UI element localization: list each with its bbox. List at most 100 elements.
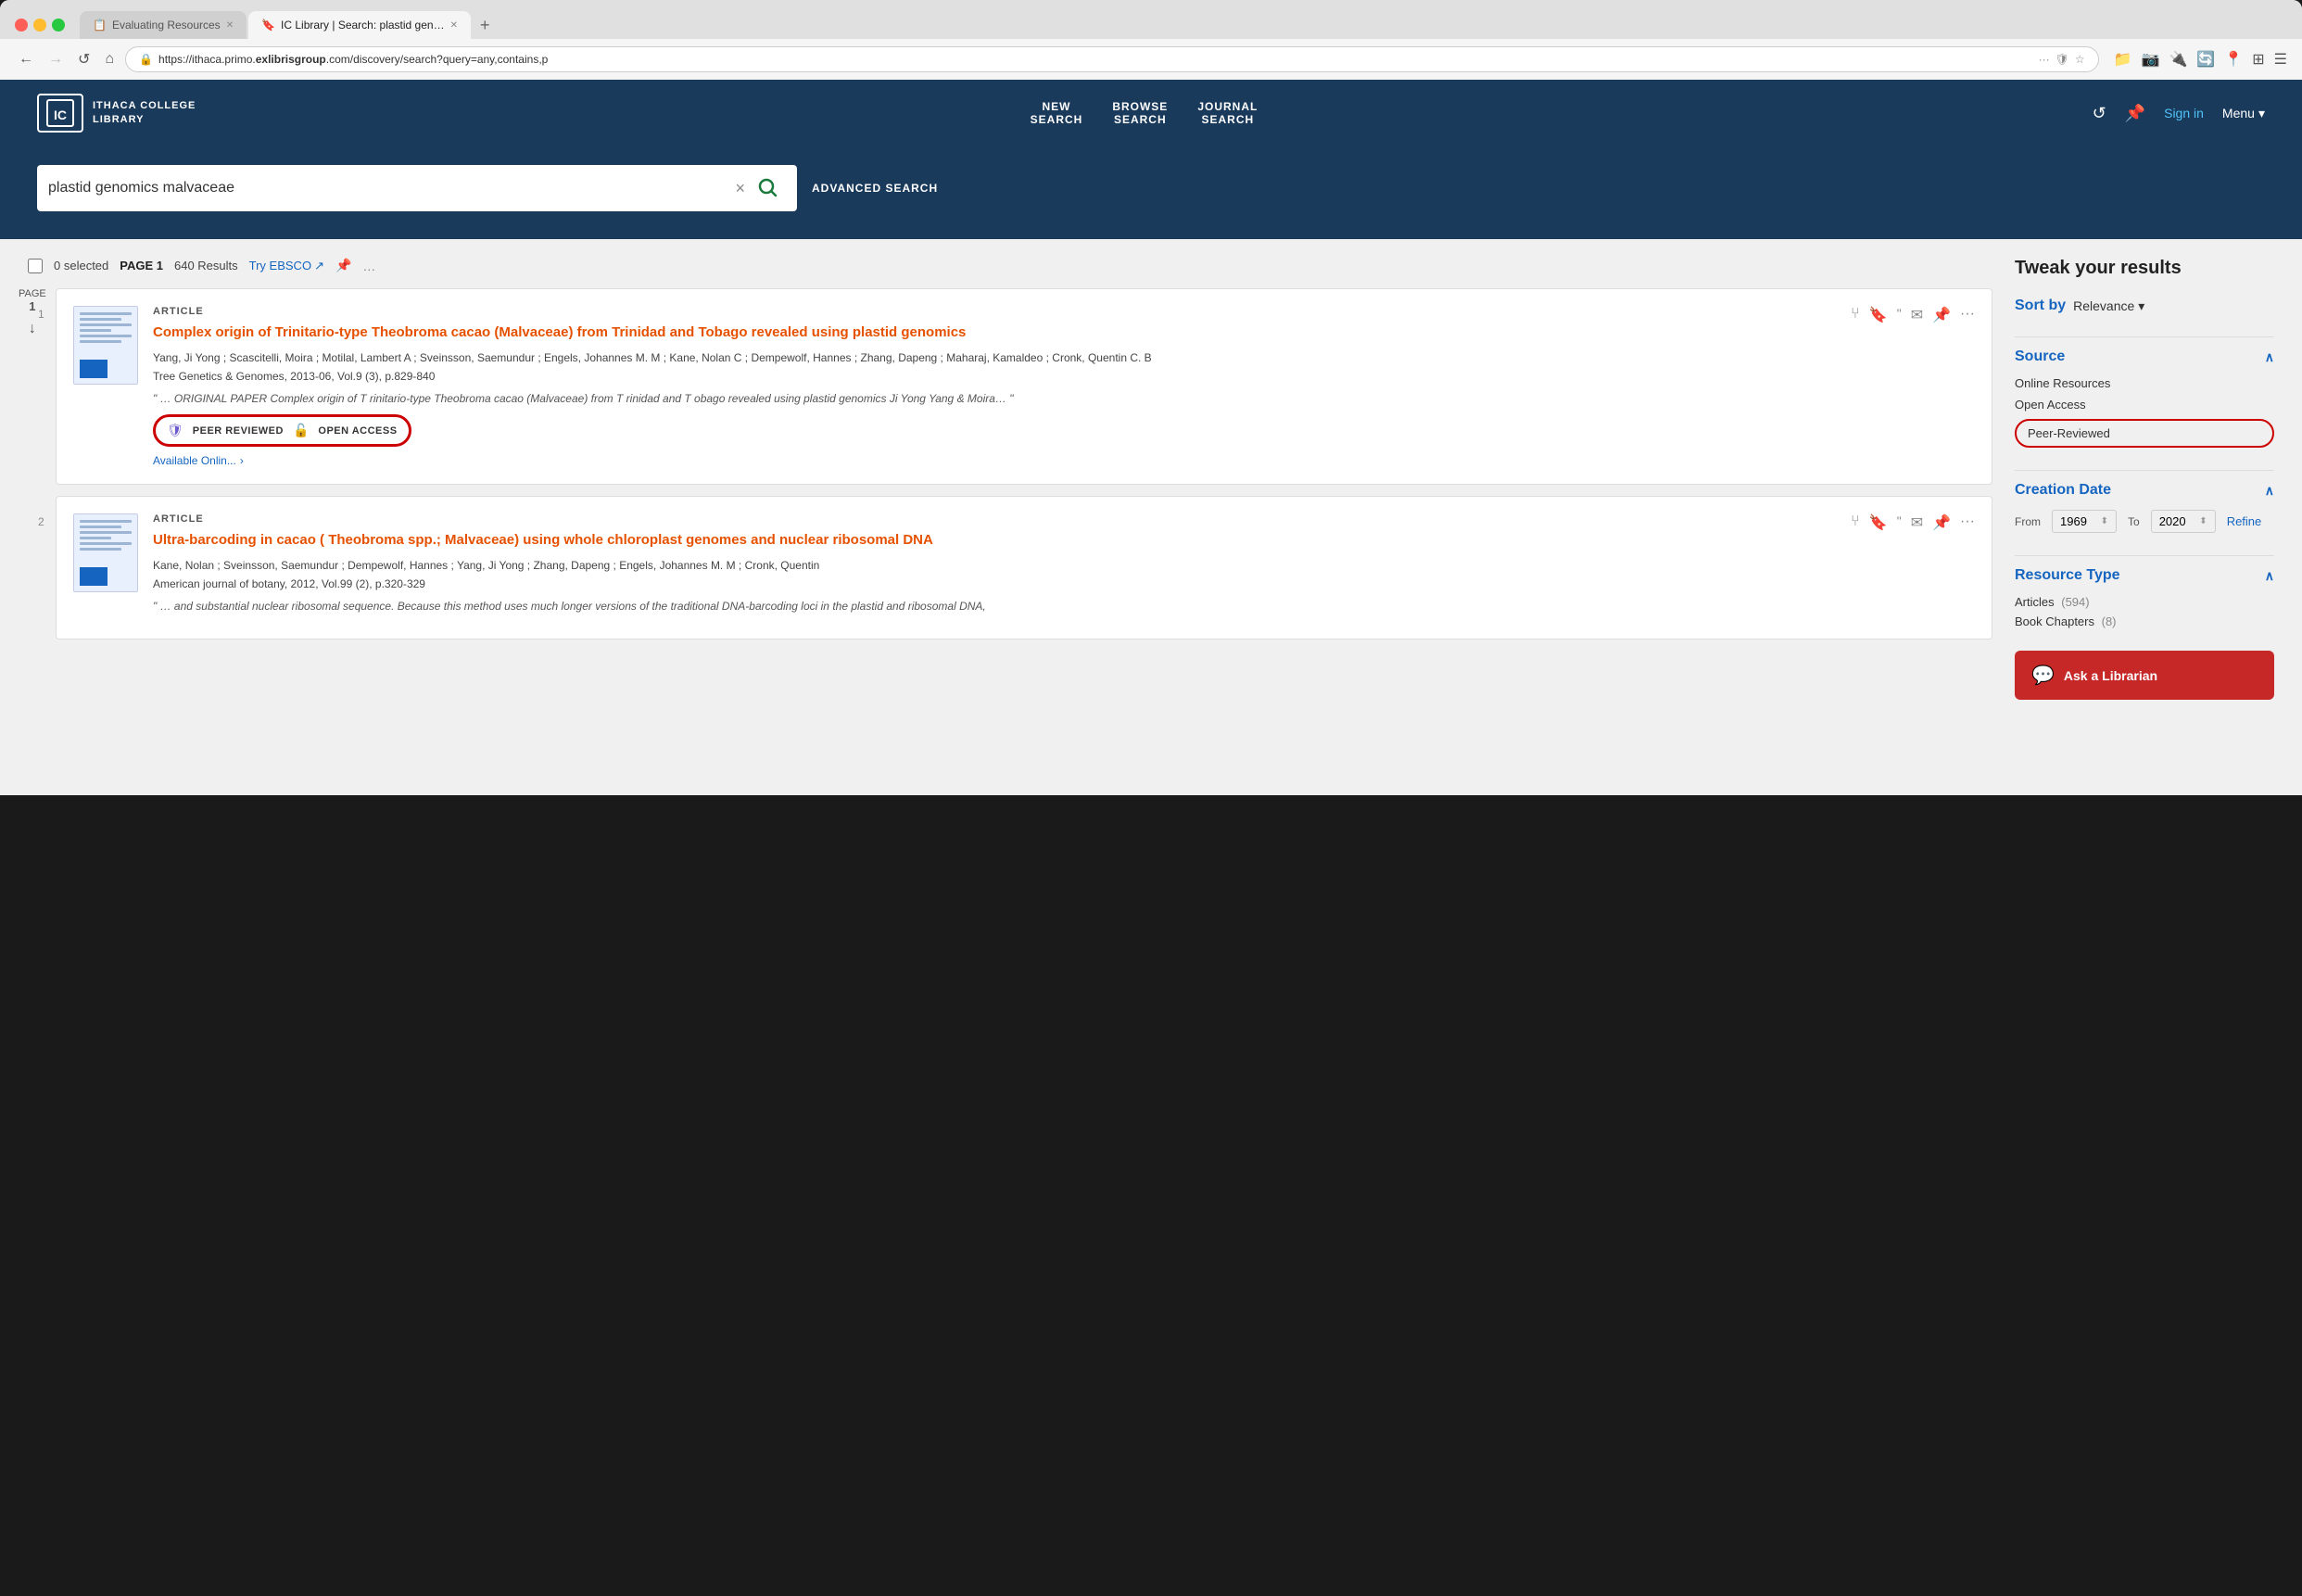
- date-to-label: To: [2128, 515, 2140, 528]
- fork-icon-1[interactable]: ⑂: [1851, 306, 1860, 323]
- source-section: Source ∧ Online Resources Open Access Pe…: [2015, 348, 2274, 448]
- source-peer-reviewed[interactable]: Peer-Reviewed: [2015, 419, 2274, 448]
- quote-icon-2[interactable]: ": [1897, 513, 1902, 528]
- try-ebsco-link[interactable]: Try EBSCO ↗: [249, 259, 324, 273]
- email-icon-2[interactable]: ✉: [1911, 513, 1923, 532]
- page-nav-down-arrow[interactable]: ↓: [29, 321, 36, 337]
- date-from-input[interactable]: 1969 ⬍: [2052, 510, 2117, 533]
- more-icon-1[interactable]: ···: [1960, 306, 1975, 323]
- peer-reviewed-label-1: PEER REVIEWED: [193, 425, 284, 437]
- tab-close-icon[interactable]: ✕: [226, 20, 234, 31]
- forward-button[interactable]: →: [44, 47, 67, 71]
- logo-icon: IC: [37, 94, 83, 133]
- tab-label: Evaluating Resources: [112, 19, 221, 32]
- result-actions-2: ⑂ 🔖 " ✉ 📌 ···: [1851, 513, 1975, 622]
- result-actions-1: ⑂ 🔖 " ✉ 📌 ···: [1851, 306, 1975, 467]
- sort-by-label: Sort by: [2015, 298, 2066, 314]
- source-open-access[interactable]: Open Access: [2015, 398, 2274, 412]
- page-label: PAGE 1: [120, 259, 163, 272]
- toolbar-more-icon[interactable]: …: [362, 259, 375, 273]
- search-input[interactable]: plastid genomics malvaceae: [48, 180, 731, 196]
- screenshot-icon[interactable]: 📷: [2142, 50, 2160, 69]
- journal-search-link[interactable]: JOURNAL SEARCH: [1197, 100, 1258, 126]
- result-title-1[interactable]: Complex origin of Trinitario-type Theobr…: [153, 323, 1836, 342]
- tab-evaluating-resources[interactable]: 📋 Evaluating Resources ✕: [80, 11, 247, 39]
- clear-search-button[interactable]: ×: [731, 175, 749, 202]
- source-chevron-icon: ∧: [2265, 349, 2274, 365]
- fork-icon-2[interactable]: ⑂: [1851, 513, 1860, 530]
- resource-book-chapters[interactable]: Book Chapters (8): [2015, 614, 2274, 628]
- result-title-2[interactable]: Ultra-barcoding in cacao ( Theobroma spp…: [153, 530, 1836, 550]
- pin-icon-2[interactable]: 📌: [1932, 513, 1951, 532]
- minimize-button[interactable]: [33, 19, 46, 32]
- creation-date-title[interactable]: Creation Date ∧: [2015, 482, 2274, 499]
- result-thumbnail-2: [73, 513, 138, 592]
- history-icon[interactable]: ↺: [2093, 104, 2106, 123]
- sidebar: Tweak your results Sort by Relevance ▾: [2015, 258, 2274, 777]
- search-submit-button[interactable]: [749, 172, 786, 205]
- tab-close-icon[interactable]: ✕: [450, 20, 458, 31]
- ask-librarian-button[interactable]: 💬 Ask a Librarian: [2015, 651, 2274, 700]
- tag-icon-2[interactable]: 🔖: [1869, 513, 1888, 532]
- extension-icon[interactable]: 🔌: [2169, 50, 2187, 69]
- result-type-2: ARTICLE: [153, 513, 1836, 525]
- home-button[interactable]: ⌂: [101, 47, 118, 71]
- resource-type-title[interactable]: Resource Type ∧: [2015, 567, 2274, 584]
- menu-icon[interactable]: ☰: [2274, 50, 2287, 69]
- search-icon: [756, 176, 778, 198]
- sign-in-link[interactable]: Sign in: [2164, 106, 2204, 120]
- result-number-2: 2: [38, 515, 44, 528]
- quote-icon-1[interactable]: ": [1897, 306, 1902, 321]
- resource-type-section: Resource Type ∧ Articles (594) Book Chap…: [2015, 567, 2274, 628]
- pin-nav-icon[interactable]: 📌: [2125, 104, 2145, 123]
- page-nav-number: 1: [29, 299, 35, 313]
- date-to-stepper-icon[interactable]: ⬍: [2199, 516, 2207, 526]
- date-to-input[interactable]: 2020 ⬍: [2151, 510, 2216, 533]
- address-input[interactable]: 🔒 https://ithaca.primo.exlibrisgroup.com…: [125, 46, 2099, 72]
- main-content: 0 selected PAGE 1 640 Results Try EBSCO …: [0, 239, 2302, 795]
- date-stepper-icon[interactable]: ⬍: [2101, 516, 2108, 526]
- close-button[interactable]: [15, 19, 28, 32]
- tweak-title: Tweak your results: [2015, 258, 2274, 279]
- date-row: From 1969 ⬍ To 2020 ⬍ Refine: [2015, 510, 2274, 533]
- email-icon-1[interactable]: ✉: [1911, 306, 1923, 324]
- open-access-icon-1: 🔓: [293, 423, 309, 438]
- source-online-resources[interactable]: Online Resources: [2015, 376, 2274, 390]
- select-all-checkbox[interactable]: [28, 259, 43, 273]
- address-bar: ← → ↺ ⌂ 🔒 https://ithaca.primo.exlibrisg…: [0, 39, 2302, 80]
- bookmark-folder-icon[interactable]: 📁: [2114, 50, 2132, 69]
- source-section-title[interactable]: Source ∧: [2015, 348, 2274, 365]
- sync-icon[interactable]: 🔄: [2196, 50, 2215, 69]
- source-items: Online Resources Open Access Peer-Review…: [2015, 376, 2274, 448]
- available-online-link-1[interactable]: Available Onlin... ›: [153, 454, 1836, 467]
- browse-search-link[interactable]: BROWSE SEARCH: [1112, 100, 1168, 126]
- location-icon[interactable]: 📍: [2224, 50, 2243, 69]
- maximize-button[interactable]: [52, 19, 65, 32]
- result-snippet-1: " … ORIGINAL PAPER Complex origin of T r…: [153, 390, 1836, 407]
- top-nav: IC ITHACA COLLEGE LIBRARY NEW SEARCH BRO…: [0, 80, 2302, 146]
- pin-icon-1[interactable]: 📌: [1932, 306, 1951, 324]
- result-authors-2: Kane, Nolan ; Sveinsson, Saemundur ; Dem…: [153, 557, 1836, 574]
- resource-articles[interactable]: Articles (594): [2015, 595, 2274, 609]
- new-tab-button[interactable]: +: [473, 12, 498, 39]
- sort-by-select[interactable]: Relevance ▾: [2073, 298, 2144, 314]
- more-icon-2[interactable]: ···: [1960, 513, 1975, 530]
- open-access-label-1: OPEN ACCESS: [318, 425, 397, 437]
- toolbar-icons: 📁 📷 🔌 🔄 📍 ⊞ ☰: [2114, 50, 2287, 69]
- reload-button[interactable]: ↺: [74, 46, 94, 72]
- peer-icon-1: 🛡: [167, 423, 183, 438]
- sort-by-row: Sort by Relevance ▾: [2015, 298, 2274, 314]
- library-logo: IC ITHACA COLLEGE LIBRARY: [37, 94, 196, 133]
- advanced-search-link[interactable]: ADVANCED SEARCH: [812, 182, 938, 195]
- back-button[interactable]: ←: [15, 47, 37, 71]
- new-search-link[interactable]: NEW SEARCH: [1031, 100, 1083, 126]
- chevron-down-icon: ▾: [2138, 298, 2144, 314]
- toolbar-pin-icon[interactable]: 📌: [335, 258, 351, 273]
- refine-button[interactable]: Refine: [2227, 514, 2262, 528]
- tag-icon-1[interactable]: 🔖: [1869, 306, 1888, 324]
- tab-ic-library[interactable]: 🔖 IC Library | Search: plastid gen… ✕: [248, 11, 471, 39]
- results-toolbar: 0 selected PAGE 1 640 Results Try EBSCO …: [28, 258, 1992, 273]
- chat-icon: 💬: [2031, 664, 2055, 687]
- menu-button[interactable]: Menu ▾: [2222, 106, 2265, 121]
- grid-icon[interactable]: ⊞: [2252, 50, 2264, 69]
